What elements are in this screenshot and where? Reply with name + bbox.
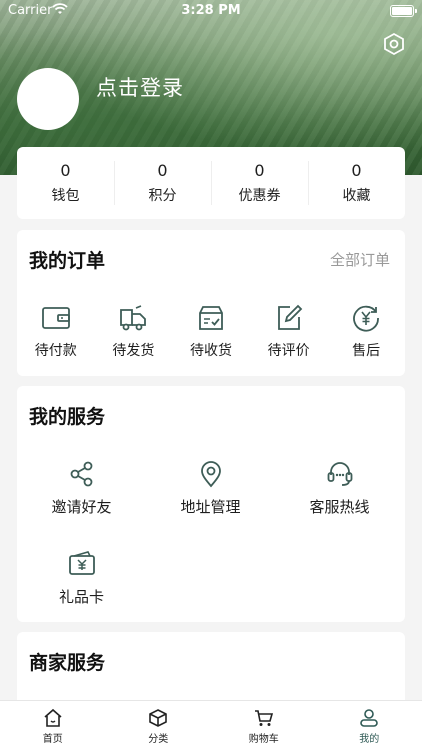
settings-button[interactable] — [382, 32, 406, 56]
order-pending-payment[interactable]: 待付款 — [17, 304, 95, 360]
stat-label: 积分 — [149, 185, 177, 205]
order-pending-receipt[interactable]: 待收货 — [172, 304, 250, 360]
tab-label: 我的 — [359, 730, 379, 745]
stat-label: 钱包 — [52, 185, 80, 205]
category-icon — [148, 708, 168, 728]
stat-value: 0 — [254, 161, 264, 181]
service-label: 邀请好友 — [51, 496, 111, 517]
status-bar: Carrier 3:28 PM — [0, 0, 422, 22]
stat-points[interactable]: 0 积分 — [114, 147, 211, 219]
profile-icon — [359, 708, 379, 728]
order-label: 待发货 — [112, 340, 154, 360]
order-after-sales[interactable]: 售后 — [327, 304, 405, 360]
stat-favorites[interactable]: 0 收藏 — [308, 147, 405, 219]
box-icon — [196, 304, 226, 332]
stat-value: 0 — [157, 161, 167, 181]
service-gift-card[interactable]: 礼品卡 — [17, 550, 146, 607]
settings-hexagon-icon — [382, 32, 406, 56]
edit-icon — [274, 304, 304, 332]
section-title: 我的服务 — [29, 402, 105, 429]
wallet-icon — [41, 304, 71, 332]
stat-wallet[interactable]: 0 钱包 — [17, 147, 114, 219]
tab-label: 首页 — [43, 730, 63, 745]
share-icon — [68, 460, 96, 488]
tab-cart[interactable]: 购物车 — [211, 701, 317, 751]
order-pending-shipment[interactable]: 待发货 — [95, 304, 173, 360]
my-services-card: 我的服务 邀请好友 地址管理 客服热线 — [17, 386, 405, 622]
gift-card-icon — [68, 550, 96, 578]
tab-label: 购物车 — [249, 730, 279, 745]
service-label: 客服热线 — [309, 496, 369, 517]
my-orders-card: 我的订单 全部订单 待付款 待发货 — [17, 230, 405, 376]
section-title: 我的订单 — [29, 246, 105, 273]
service-address-management[interactable]: 地址管理 — [146, 460, 275, 517]
tab-category[interactable]: 分类 — [106, 701, 212, 751]
service-label: 礼品卡 — [59, 586, 104, 607]
cart-icon — [254, 708, 274, 728]
stat-coupons[interactable]: 0 优惠券 — [211, 147, 308, 219]
order-label: 待付款 — [35, 340, 77, 360]
order-label: 售后 — [352, 340, 380, 360]
yen-refund-icon — [351, 304, 381, 332]
account-stats-card: 0 钱包 0 积分 0 优惠券 0 收藏 — [17, 147, 405, 219]
avatar[interactable] — [17, 68, 79, 130]
order-pending-review[interactable]: 待评价 — [250, 304, 328, 360]
tab-profile[interactable]: 我的 — [317, 701, 422, 751]
stat-label: 收藏 — [343, 185, 371, 205]
location-icon — [197, 460, 225, 488]
stat-label: 优惠券 — [239, 185, 281, 205]
battery-icon — [390, 5, 414, 17]
section-title: 商家服务 — [29, 648, 105, 675]
truck-icon — [118, 304, 148, 332]
bottom-tab-bar: 首页 分类 购物车 我的 — [0, 700, 422, 751]
home-icon — [43, 708, 63, 728]
service-label: 地址管理 — [180, 496, 240, 517]
tab-label: 分类 — [148, 730, 168, 745]
order-label: 待评价 — [268, 340, 310, 360]
clock: 3:28 PM — [0, 3, 422, 18]
headset-icon — [326, 460, 354, 488]
all-orders-link[interactable]: 全部订单 — [330, 249, 390, 270]
order-label: 待收货 — [190, 340, 232, 360]
login-link[interactable]: 点击登录 — [96, 72, 184, 102]
stat-value: 0 — [351, 161, 361, 181]
service-customer-hotline[interactable]: 客服热线 — [275, 460, 404, 517]
stat-value: 0 — [60, 161, 70, 181]
service-invite-friends[interactable]: 邀请好友 — [17, 460, 146, 517]
tab-home[interactable]: 首页 — [0, 701, 106, 751]
